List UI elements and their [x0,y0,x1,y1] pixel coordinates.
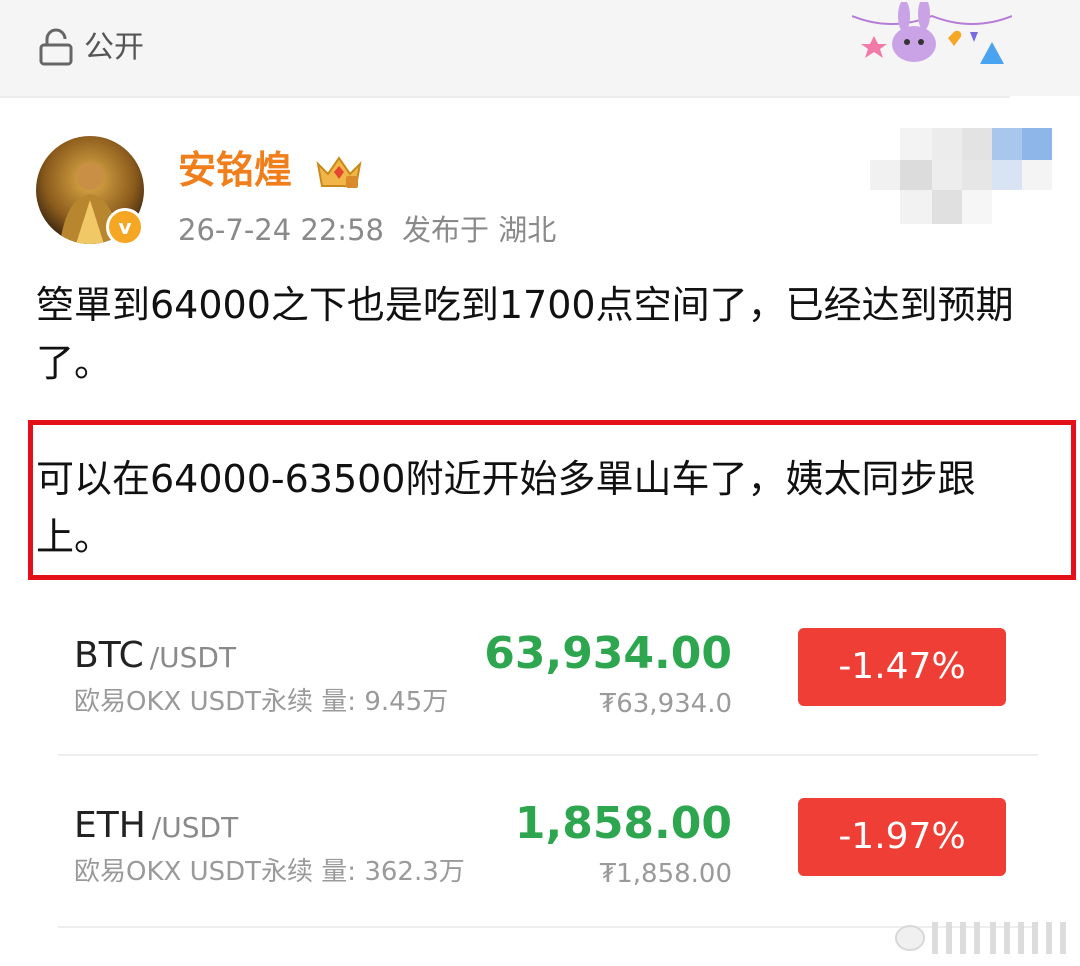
pair-label: /USDT [151,811,239,844]
symbol-label: BTC [74,635,144,676]
change-badge: -1.47% [798,628,1006,706]
post-meta: 26-7-24 22:58 发布于 湖北 [178,210,574,250]
change-badge: -1.97% [798,798,1006,876]
divider [0,96,1010,98]
author-name[interactable]: 安铭煌 [178,146,292,194]
post-text: 箜單到64000之下也是吃到1700点空间了，已经达到预期了。 [36,283,1014,385]
pair-label: /USDT [149,641,237,674]
blurred-mosaic [870,128,1052,224]
verified-badge-icon: v [106,208,144,246]
ticker-symbol: ETH/USDT [74,804,238,850]
ticker-divider [58,754,1038,756]
local-price: ₮63,934.0 [599,689,732,719]
price: 63,934.00 [484,628,732,679]
watermark-icon [895,922,1066,954]
symbol-label: ETH [74,805,146,846]
crown-vip-icon [316,156,362,188]
highlighted-text: 可以在64000-63500附近开始多單山车了，姨太同步跟上。 [36,457,976,559]
lock-icon [39,28,73,66]
privacy-bar[interactable]: 公开 [0,0,1080,96]
price: 1,858.00 [514,798,732,849]
exchange-volume: 欧易OKX USDT永续 量: 362.3万 [74,857,465,887]
post-time: 26-7-24 22:58 [178,213,384,247]
bunny-decoration-icon [852,2,1012,64]
post-location: 发布于 湖北 [401,213,557,247]
local-price: ₮1,858.00 [599,859,732,889]
exchange-volume: 欧易OKX USDT永续 量: 9.45万 [74,687,449,717]
privacy-label: 公开 [84,30,144,65]
ticker-symbol: BTC/USDT [74,634,236,680]
